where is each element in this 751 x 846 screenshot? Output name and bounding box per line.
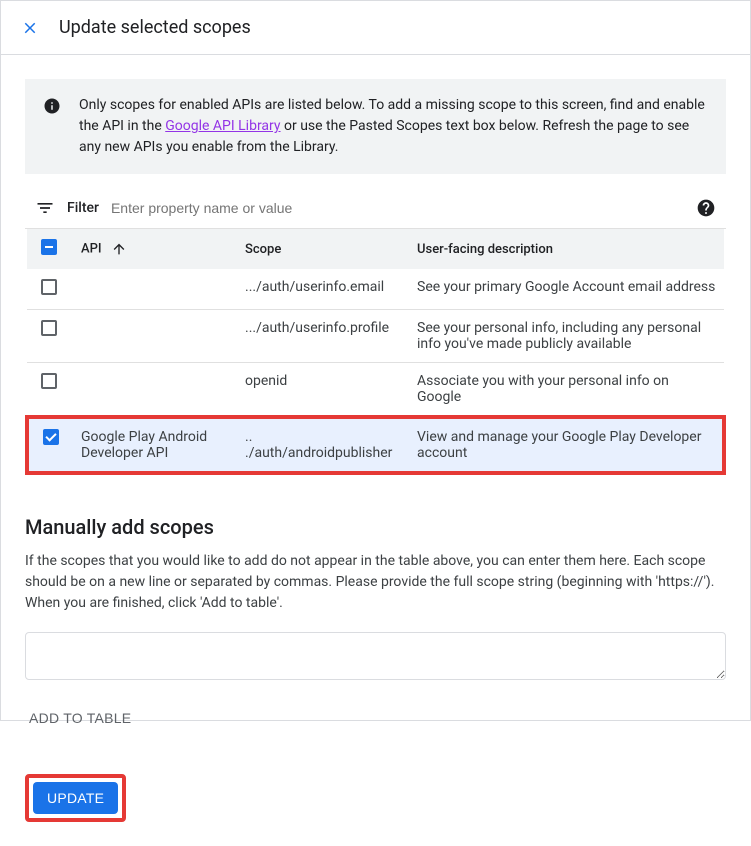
- cell-scope: openid: [237, 363, 409, 418]
- cell-scope: .../auth/userinfo.profile: [237, 310, 409, 363]
- column-header-api[interactable]: API: [81, 241, 102, 256]
- row-checkbox[interactable]: [41, 373, 57, 389]
- table-row: .../auth/userinfo.email See your primary…: [27, 269, 724, 310]
- cell-api: Google Play Android Developer API: [73, 417, 237, 473]
- dialog-footer: UPDATE: [25, 774, 726, 822]
- cell-description: View and manage your Google Play Develop…: [409, 417, 724, 473]
- table-row: .../auth/userinfo.profile See your perso…: [27, 310, 724, 363]
- manual-add-description: If the scopes that you would like to add…: [25, 551, 726, 614]
- info-text: Only scopes for enabled APIs are listed …: [79, 95, 708, 158]
- filter-icon: [35, 198, 55, 218]
- filter-bar: Filter: [25, 182, 726, 229]
- dialog-title: Update selected scopes: [59, 17, 251, 38]
- column-header-scope[interactable]: Scope: [245, 242, 281, 257]
- cell-description: See your primary Google Account email ad…: [409, 269, 724, 310]
- cell-scope: .../auth/userinfo.email: [237, 269, 409, 310]
- cell-description: See your personal info, including any pe…: [409, 310, 724, 363]
- cell-api: [73, 269, 237, 310]
- close-icon[interactable]: [21, 19, 39, 37]
- add-to-table-button[interactable]: ADD TO TABLE: [25, 702, 135, 734]
- cell-scope: .. ./auth/androidpublisher: [237, 417, 409, 473]
- filter-label: Filter: [67, 200, 99, 216]
- cell-api: [73, 310, 237, 363]
- update-button[interactable]: UPDATE: [33, 782, 118, 814]
- header-checkbox[interactable]: [41, 239, 57, 255]
- row-checkbox[interactable]: [41, 320, 57, 336]
- info-banner: Only scopes for enabled APIs are listed …: [25, 79, 726, 174]
- table-row-selected: Google Play Android Developer API .. ./a…: [27, 417, 724, 473]
- help-icon[interactable]: [696, 198, 716, 218]
- sort-ascending-icon[interactable]: [111, 241, 127, 257]
- column-header-description[interactable]: User-facing description: [417, 242, 553, 257]
- manual-add-title: Manually add scopes: [25, 515, 726, 539]
- cell-api: [73, 363, 237, 418]
- manual-add-section: Manually add scopes If the scopes that y…: [25, 515, 726, 734]
- api-library-link[interactable]: Google API Library: [165, 118, 280, 134]
- filter-input[interactable]: [111, 200, 684, 216]
- cell-description: Associate you with your personal info on…: [409, 363, 724, 418]
- dialog-header: Update selected scopes: [1, 1, 750, 55]
- scopes-table: API Scope User-facing description .../au…: [25, 229, 726, 475]
- row-checkbox[interactable]: [43, 429, 59, 445]
- info-icon: [43, 97, 61, 119]
- table-row: openid Associate you with your personal …: [27, 363, 724, 418]
- update-highlight: UPDATE: [25, 774, 126, 822]
- row-checkbox[interactable]: [41, 279, 57, 295]
- manual-scopes-textarea[interactable]: [25, 632, 726, 680]
